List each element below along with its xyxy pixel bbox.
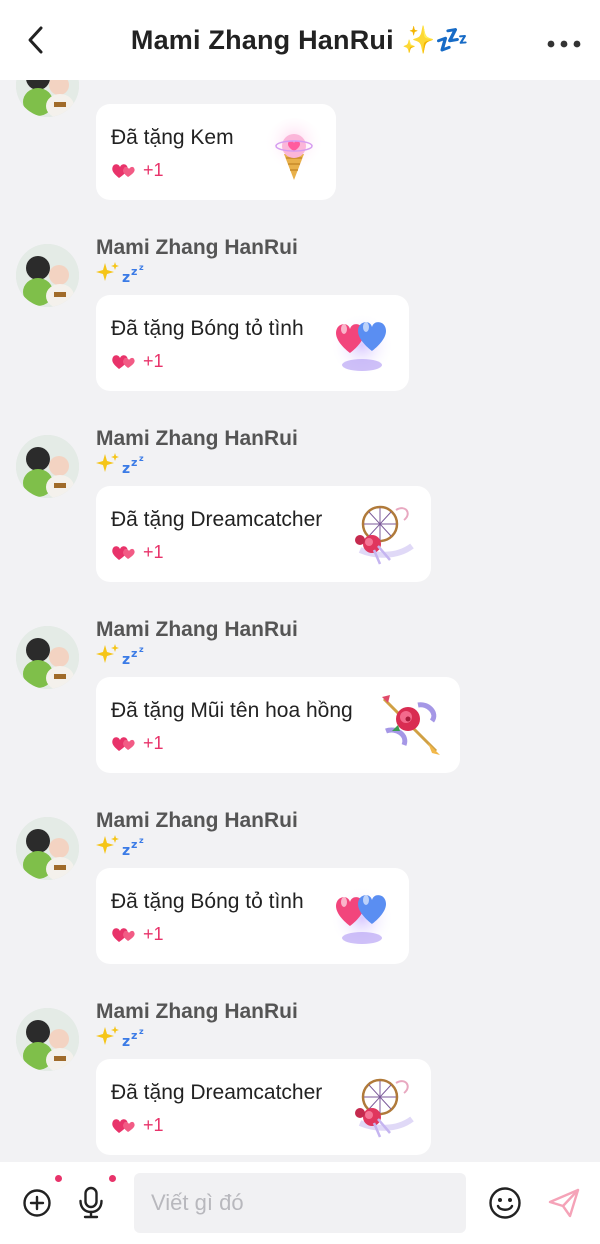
back-button[interactable]	[18, 22, 54, 58]
svg-text:z: z	[131, 265, 137, 278]
avatar[interactable]	[16, 1008, 79, 1071]
svg-text:z: z	[122, 461, 130, 475]
message-list[interactable]: zzz Đã tặng Kem +1 Mami Zhang HanRui	[0, 80, 600, 1162]
avatar[interactable]	[16, 626, 79, 689]
chat-header: Mami Zhang HanRui ✨💤	[0, 0, 600, 80]
add-button[interactable]	[20, 1186, 54, 1220]
sender-badges: zzz	[96, 260, 148, 286]
chat-title: Mami Zhang HanRui ✨💤	[130, 25, 470, 55]
heart-balloons-gift-icon	[330, 313, 394, 377]
sparkles-icon	[96, 262, 119, 281]
avatar[interactable]	[16, 817, 79, 880]
avatar[interactable]	[16, 80, 79, 117]
avatar[interactable]	[16, 435, 79, 498]
gift-bubble[interactable]: Đã tặng Dreamcatcher +1	[96, 486, 431, 582]
gift-count: +1	[111, 160, 164, 181]
svg-text:z: z	[139, 1027, 144, 1036]
sparkles-icon	[96, 453, 119, 472]
chevron-left-icon	[28, 26, 43, 54]
gift-bubble[interactable]: Đã tặng Kem +1	[96, 104, 336, 200]
gift-count-value: +1	[143, 542, 164, 562]
svg-text:z: z	[139, 454, 144, 463]
gift-count: +1	[111, 542, 164, 563]
gift-count-value: +1	[143, 733, 164, 753]
gift-bubble[interactable]: Đã tặng Mũi tên hoa hồng +1	[96, 677, 460, 773]
gift-text: Đã tặng Dreamcatcher	[111, 508, 323, 531]
sender-name: Mami Zhang HanRui	[96, 618, 298, 641]
sender-name: Mami Zhang HanRui	[96, 427, 298, 450]
hearts-icon	[112, 927, 135, 942]
svg-text:z: z	[122, 270, 130, 284]
sender-badges: zzz	[96, 1024, 148, 1050]
sparkles-icon	[96, 1026, 119, 1045]
avatar[interactable]	[16, 244, 79, 307]
svg-text:z: z	[122, 843, 130, 857]
message-input-box[interactable]	[134, 1173, 466, 1233]
gift-count: +1	[111, 733, 164, 754]
svg-text:z: z	[131, 838, 137, 851]
zzz-icon: zzz	[122, 1027, 144, 1048]
emoji-button[interactable]	[486, 1184, 524, 1222]
sender-badges: zzz	[96, 833, 148, 859]
gift-count-value: +1	[143, 1115, 164, 1135]
gift-text: Đã tặng Dreamcatcher	[111, 1081, 323, 1104]
gift-text: Đã tặng Kem	[111, 126, 234, 149]
svg-text:z: z	[131, 1029, 137, 1042]
more-icon	[547, 40, 581, 48]
hearts-icon	[112, 736, 135, 751]
rose-arrow-gift-icon	[382, 695, 440, 755]
hearts-icon	[112, 1118, 135, 1133]
send-icon	[548, 1188, 580, 1218]
sender-name: Mami Zhang HanRui	[96, 236, 298, 259]
gift-count: +1	[111, 924, 164, 945]
notification-dot	[55, 1175, 62, 1182]
hearts-icon	[112, 163, 135, 178]
gift-count: +1	[111, 351, 164, 372]
svg-text:z: z	[139, 836, 144, 845]
sender-badges: zzz	[96, 642, 148, 668]
sender-name: Mami Zhang HanRui	[96, 809, 298, 832]
svg-text:z: z	[139, 645, 144, 654]
svg-text:z: z	[131, 647, 137, 660]
dreamcatcher-gift-icon	[355, 505, 414, 565]
sparkles-icon	[96, 835, 119, 854]
ice-cream-gift-icon	[264, 118, 324, 180]
heart-balloons-gift-icon	[330, 886, 394, 950]
gift-text: Đã tặng Bóng tỏ tình	[111, 890, 304, 913]
plus-circle-icon	[23, 1189, 51, 1217]
zzz-icon: zzz	[122, 836, 144, 857]
zzz-icon: zzz	[122, 263, 144, 284]
message-input[interactable]	[151, 1190, 466, 1216]
svg-text:z: z	[122, 652, 130, 666]
zzz-icon: zzz	[122, 454, 144, 475]
more-options-button[interactable]	[542, 26, 586, 62]
dreamcatcher-gift-icon	[355, 1078, 414, 1138]
gift-text: Đã tặng Mũi tên hoa hồng	[111, 699, 353, 722]
gift-count-value: +1	[143, 160, 164, 180]
sparkles-icon	[96, 644, 119, 663]
notification-dot	[109, 1175, 116, 1182]
svg-text:z: z	[139, 263, 144, 272]
gift-bubble[interactable]: Đã tặng Bóng tỏ tình +1	[96, 868, 409, 964]
svg-text:z: z	[122, 1034, 130, 1048]
sender-name: Mami Zhang HanRui	[96, 1000, 298, 1023]
gift-bubble[interactable]: Đã tặng Dreamcatcher +1	[96, 1059, 431, 1155]
microphone-icon	[79, 1186, 103, 1219]
gift-bubble[interactable]: Đã tặng Bóng tỏ tình +1	[96, 295, 409, 391]
gift-count-value: +1	[143, 351, 164, 371]
voice-button[interactable]	[74, 1184, 108, 1222]
gift-count-value: +1	[143, 924, 164, 944]
smiley-icon	[489, 1187, 521, 1219]
hearts-icon	[112, 354, 135, 369]
gift-text: Đã tặng Bóng tỏ tình	[111, 317, 304, 340]
sender-badges: zzz	[96, 451, 148, 477]
svg-text:z: z	[131, 456, 137, 469]
hearts-icon	[112, 545, 135, 560]
zzz-icon: zzz	[122, 645, 144, 666]
gift-count: +1	[111, 1115, 164, 1136]
send-button[interactable]	[544, 1184, 584, 1222]
composer-bar	[0, 1162, 600, 1244]
